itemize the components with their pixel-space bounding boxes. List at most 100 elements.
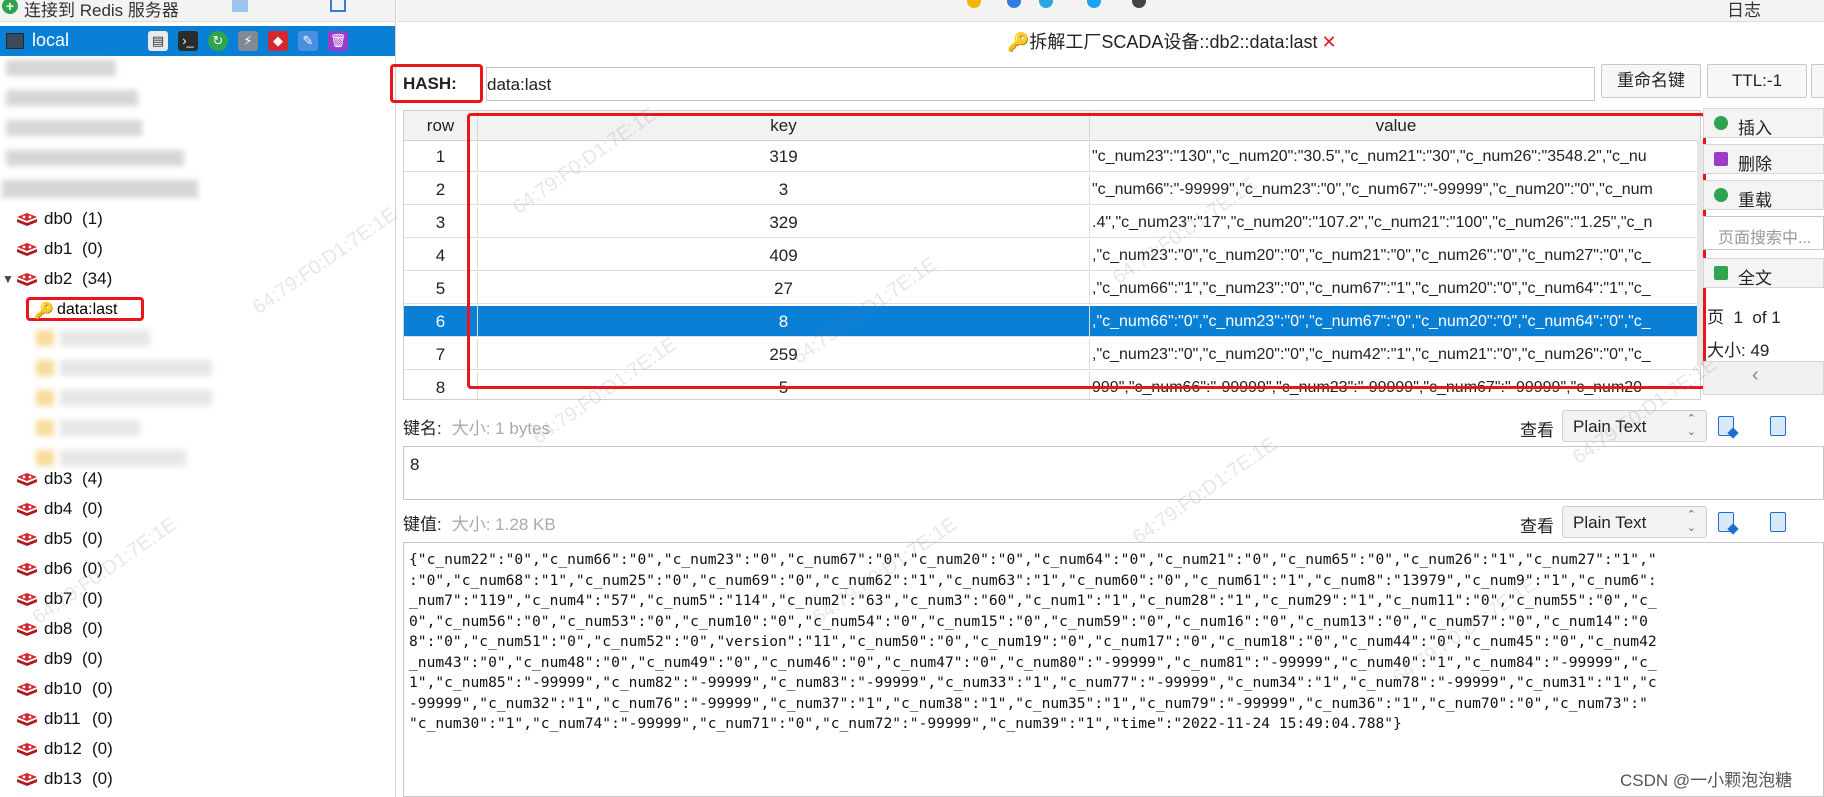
db-name: db11 xyxy=(44,709,81,728)
key-item-data-last[interactable]: 🔑 data:last xyxy=(26,297,144,321)
edit-doc-icon[interactable] xyxy=(1718,512,1734,532)
column-header-value[interactable]: value xyxy=(1090,111,1700,141)
value-field-title: 键值: xyxy=(403,515,442,534)
expand-caret-icon[interactable]: ▼ xyxy=(2,272,14,286)
value-editor[interactable]: {"c_num22":"0","c_num66":"0","c_num23":"… xyxy=(403,542,1824,797)
delete-row-button[interactable]: 删除 xyxy=(1703,144,1824,174)
key-name-field[interactable]: 8 xyxy=(403,446,1824,500)
help-icon[interactable] xyxy=(1007,0,1021,8)
copy-doc-icon[interactable] xyxy=(1770,416,1786,436)
insert-row-button[interactable]: 插入 xyxy=(1703,108,1824,138)
db-item-db6[interactable]: db6 (0) xyxy=(0,556,395,584)
table-row[interactable]: 8 5 999","c_num66":"-99999","c_num23":"-99… xyxy=(404,372,1700,399)
redis-db-icon xyxy=(17,473,37,486)
more-actions-button[interactable] xyxy=(1811,64,1824,98)
hash-actions-panel: 插入 删除 重载 页面搜索中... 全文 页 1 of 1 大小: 49 ‹ xyxy=(1703,108,1824,398)
table-row[interactable]: 7 259 ,"c_num23":"0","c_num20":"0","c_num4… xyxy=(404,339,1700,370)
column-header-row[interactable]: row xyxy=(404,111,478,141)
key-item-label: data:last xyxy=(57,301,118,318)
table-row[interactable]: 3 329.4","c_num23":"17","c_num20":"107.2"… xyxy=(404,207,1700,238)
db-key-count: (0) xyxy=(92,679,113,698)
server-item-local[interactable]: local ▤ ›_ ↻ ⚡ ◆ ✎ 🗑 xyxy=(0,26,395,56)
redacted-key-item xyxy=(60,390,212,406)
cell-value: 999","c_num66":"-99999","c_num23":"-9999… xyxy=(1090,372,1700,399)
db-item-db9[interactable]: db9 (0) xyxy=(0,646,395,674)
db-item-db7[interactable]: db7 (0) xyxy=(0,586,395,614)
cell-key: 329 xyxy=(478,207,1090,238)
console-icon[interactable]: ›_ xyxy=(178,31,198,51)
cell-key: 5 xyxy=(478,372,1090,399)
db-item-db12[interactable]: db12 (0) xyxy=(0,736,395,764)
key-format-value: Plain Text xyxy=(1573,417,1647,436)
value-format-select[interactable]: Plain Text ⌃ ⌄ xyxy=(1562,506,1707,538)
rename-key-button[interactable]: 重命名键 xyxy=(1601,64,1701,98)
connection-tree-panel: + 连接到 Redis 服务器 local ▤ ›_ ↻ ⚡ ◆ ✎ 🗑 db0… xyxy=(0,0,396,797)
db-name: db12 xyxy=(44,739,82,758)
page-search-input[interactable]: 页面搜索中... xyxy=(1703,216,1824,250)
cell-row: 7 xyxy=(404,339,478,370)
previous-page-button[interactable]: ‹ xyxy=(1703,361,1824,395)
log-button[interactable]: 日志 xyxy=(1727,0,1761,21)
fulltext-search-button[interactable]: 全文 xyxy=(1703,258,1824,288)
hash-table: row key value 1 319 "c_num23":"130","c_num… xyxy=(403,110,1701,400)
db-key-count: (0) xyxy=(92,769,113,788)
export-icon[interactable] xyxy=(330,0,346,12)
redis-tools-icon[interactable]: ◆ xyxy=(268,31,288,51)
key-header: HASH: data:last 重命名键 TTL:-1 xyxy=(390,64,1824,104)
page-total: of 1 xyxy=(1752,308,1781,327)
redacted-key-item xyxy=(60,450,186,466)
size-label: 大小: xyxy=(1707,341,1746,360)
redacted-key-icon xyxy=(36,330,54,346)
telegram-icon[interactable] xyxy=(1039,0,1053,8)
db-item-db2[interactable]: ▼ db2 (34) xyxy=(0,266,395,294)
ttl-button[interactable]: TTL:-1 xyxy=(1707,64,1807,98)
db-item-db0[interactable]: db0 (1) xyxy=(0,206,395,234)
db-item-db11[interactable]: db11 (0) xyxy=(0,706,395,734)
table-row[interactable]: 2 3 "c_num66":"-99999","c_num23":"0","c_nu… xyxy=(404,174,1700,205)
reload-button[interactable]: 重载 xyxy=(1703,180,1824,210)
table-row[interactable]: 6 8 ,"c_num66":"0","c_num23":"0","c_num67"… xyxy=(404,306,1700,337)
db-item-db10[interactable]: db10 (0) xyxy=(0,676,395,704)
db-item-db13[interactable]: db13 (0) xyxy=(0,766,395,794)
edit-connection-icon[interactable]: ✎ xyxy=(298,31,318,51)
db-name: db4 xyxy=(44,499,73,518)
ttl-value: -1 xyxy=(1766,71,1783,90)
db-item-db8[interactable]: db8 (0) xyxy=(0,616,395,644)
tab-title: 拆解工厂SCADA设备::db2::data:last xyxy=(1029,32,1318,52)
key-name-text: 8 xyxy=(410,455,420,474)
key-name-input[interactable]: data:last xyxy=(486,67,1595,101)
import-icon[interactable] xyxy=(232,0,248,12)
reload-server-icon[interactable]: ↻ xyxy=(208,31,228,51)
table-row[interactable]: 1 319 "c_num23":"130","c_num20":"30.5","c_… xyxy=(404,141,1700,172)
plus-icon xyxy=(1714,116,1728,130)
server-info-icon[interactable]: ▤ xyxy=(148,31,168,51)
connect-server-button[interactable]: 连接到 Redis 服务器 xyxy=(24,0,179,21)
db-item-db1[interactable]: db1 (0) xyxy=(0,236,395,264)
add-connection-icon[interactable]: + xyxy=(2,0,18,14)
table-row[interactable]: 4 409 ,"c_num23":"0","c_num20":"0","c_num2… xyxy=(404,240,1700,271)
disconnect-icon[interactable]: ⚡ xyxy=(238,31,258,51)
db-key-count: (34) xyxy=(82,269,113,288)
key-tab[interactable]: 🔑拆解工厂SCADA设备::db2::data:last ✕ xyxy=(397,26,1824,56)
twitter-icon[interactable] xyxy=(1087,0,1101,8)
copy-doc-icon[interactable] xyxy=(1770,512,1786,532)
table-row[interactable]: 5 27 ,"c_num66":"1","c_num23":"0","c_num67… xyxy=(404,273,1700,304)
cell-value: "c_num66":"-99999","c_num23":"0","c_num6… xyxy=(1090,174,1700,205)
edit-doc-icon[interactable] xyxy=(1718,416,1734,436)
key-icon: 🔑 xyxy=(34,303,54,320)
page-current: 1 xyxy=(1733,308,1743,327)
column-header-key[interactable]: key xyxy=(478,111,1090,141)
key-name-value: data:last xyxy=(487,75,552,94)
key-format-select[interactable]: Plain Text ⌃ ⌄ xyxy=(1562,410,1707,442)
db-item-db4[interactable]: db4 (0) xyxy=(0,496,395,524)
db-item-db3[interactable]: db3 (4) xyxy=(0,466,395,494)
db-item-db5[interactable]: db5 (0) xyxy=(0,526,395,554)
delete-connection-icon[interactable]: 🗑 xyxy=(328,31,348,51)
warning-icon[interactable] xyxy=(967,0,981,8)
close-tab-icon[interactable]: ✕ xyxy=(1322,32,1337,52)
cell-value: "c_num23":"130","c_num20":"30.5","c_num2… xyxy=(1090,141,1700,172)
github-icon[interactable] xyxy=(1132,0,1146,8)
redacted-key-icon xyxy=(36,360,54,376)
redacted-key-icon xyxy=(36,390,54,406)
redis-db-icon xyxy=(17,653,37,666)
